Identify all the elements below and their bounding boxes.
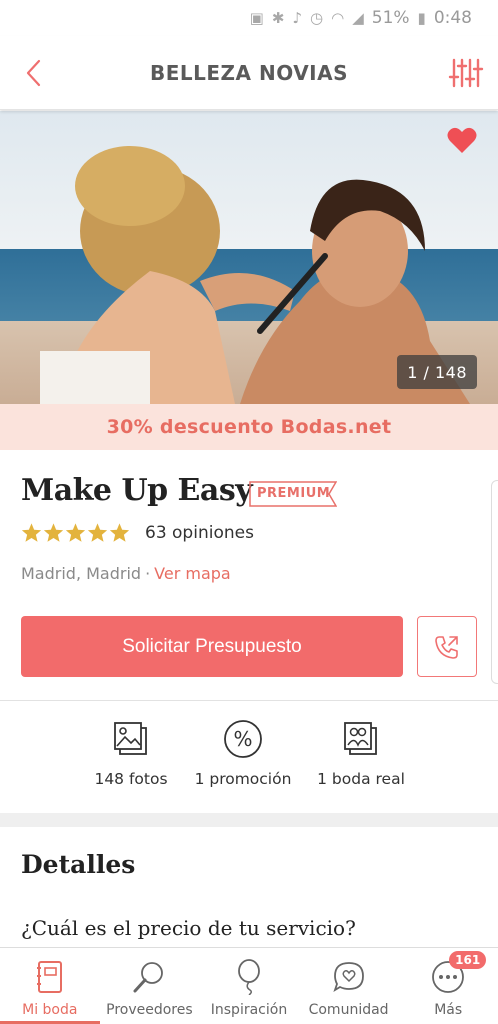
location-line: Madrid, Madrid · Ver mapa (21, 564, 231, 583)
app-header: BELLEZA NOVIAS (0, 36, 498, 110)
photos-icon (114, 722, 147, 755)
rating[interactable]: 63 opiniones (21, 522, 254, 543)
stat-real-wedding[interactable]: 1 boda real (296, 718, 426, 788)
magnifier-icon (133, 962, 164, 993)
nav-mi-boda[interactable]: Mi boda (0, 948, 100, 1024)
bottom-navigation: Mi boda Proveedores Inspiración Comunida… (0, 947, 498, 1024)
next-card-edge (491, 480, 498, 684)
section-gap (0, 813, 498, 827)
nav-label: Inspiración (210, 1002, 288, 1018)
request-quote-button[interactable]: Solicitar Presupuesto (21, 616, 403, 677)
vendor-name: Make Up Easy (21, 473, 253, 508)
view-map-link[interactable]: Ver mapa (154, 564, 231, 583)
nav-inspiracion[interactable]: Inspiración (199, 948, 299, 1024)
call-button[interactable] (417, 616, 477, 677)
star-icon (87, 523, 108, 542)
chevron-left-icon (26, 59, 41, 87)
vendor-stats: 148 fotos % 1 promoción 1 boda real (0, 718, 498, 798)
nav-comunidad[interactable]: Comunidad (299, 948, 399, 1024)
balloon-icon (238, 959, 260, 995)
star-icon (109, 523, 130, 542)
sliders-icon (448, 58, 484, 88)
promo-banner[interactable]: 30% descuento Bodas.net (0, 404, 498, 450)
stat-promotion[interactable]: % 1 promoción (178, 718, 308, 788)
phone-icon (435, 635, 458, 659)
nav-proveedores[interactable]: Proveedores (100, 948, 200, 1024)
separator: · (145, 564, 151, 583)
gallery-carousel[interactable]: 1 / 148 (0, 111, 498, 404)
reviews-count: 63 opiniones (145, 522, 254, 543)
svg-text:%: % (233, 727, 252, 751)
stat-photos[interactable]: 148 fotos (66, 718, 196, 788)
location-text: Madrid, Madrid (21, 564, 142, 583)
star-icon (43, 523, 64, 542)
battery-icon: ▮ (417, 9, 426, 27)
premium-label: PREMIUM (257, 486, 331, 501)
back-button[interactable] (14, 53, 54, 93)
premium-badge: PREMIUM (249, 481, 337, 507)
nav-mas[interactable]: 161 Más (398, 948, 498, 1024)
nav-label: Más (434, 1002, 463, 1018)
notebook-icon (36, 961, 62, 993)
heart-icon[interactable] (446, 125, 478, 155)
divider (0, 700, 498, 701)
filter-button[interactable] (446, 53, 486, 93)
mute-icon: ♪ (292, 9, 303, 27)
stat-label: 1 boda real (317, 770, 405, 788)
couple-photo-icon (344, 722, 377, 755)
notification-badge: 161 (449, 951, 487, 969)
details-heading: Detalles (21, 850, 136, 879)
bluetooth-icon: ✱ (271, 9, 285, 27)
stat-label: 148 fotos (94, 770, 168, 788)
notification-icon: ▣ (249, 9, 264, 27)
promo-text: 30% descuento Bodas.net (106, 416, 392, 438)
star-rating (21, 522, 130, 543)
star-icon (65, 523, 86, 542)
percent-icon: % (224, 720, 262, 758)
alarm-icon: ◷ (310, 9, 324, 27)
nav-label: Comunidad (308, 1002, 389, 1018)
price-question: ¿Cuál es el precio de tu servicio? (21, 916, 356, 940)
wifi-icon: ◠ (331, 9, 345, 27)
signal-icon: ◢ (352, 9, 364, 27)
battery-percent: 51% (371, 8, 410, 28)
status-bar: ▣ ✱ ♪ ◷ ◠ ◢ 51% ▮ 0:48 (0, 0, 498, 36)
star-icon (21, 523, 42, 542)
nav-label: Mi boda (22, 1002, 78, 1018)
stat-label: 1 promoción (194, 770, 292, 788)
clock: 0:48 (433, 8, 472, 28)
chat-heart-icon (332, 962, 364, 993)
page-title: BELLEZA NOVIAS (149, 60, 348, 85)
photo-counter: 1 / 148 (397, 355, 477, 389)
nav-label: Proveedores (106, 1002, 193, 1018)
